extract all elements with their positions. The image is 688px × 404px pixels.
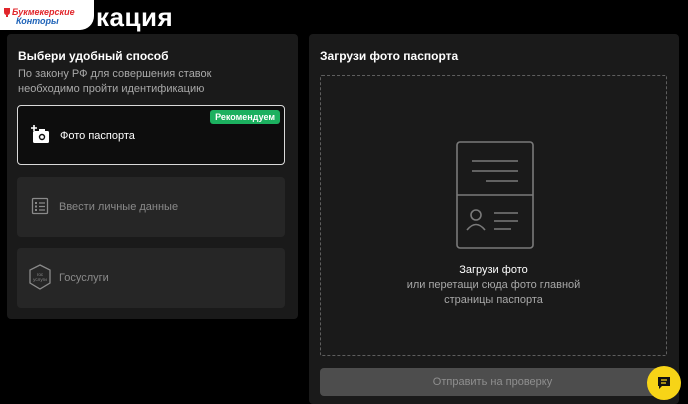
site-logo[interactable]: Букмекерские Конторы — [0, 0, 94, 30]
logo-cup-icon — [4, 8, 10, 17]
option-passport-photo-label: Фото паспорта — [60, 130, 135, 142]
page-title: кация — [96, 2, 174, 32]
chat-button[interactable] — [647, 366, 681, 400]
option-manual-entry-label: Ввести личные данные — [59, 201, 179, 213]
gosuslugi-icon-text-2: услуги — [33, 277, 47, 282]
method-panel-hint: По закону РФ для совершения ставок необх… — [18, 68, 212, 95]
logo-line-2: Конторы — [16, 16, 59, 26]
submit-for-review-button[interactable]: Отправить на проверку — [320, 368, 665, 396]
method-panel: Выбери удобный способ По закону РФ для с… — [7, 34, 298, 319]
option-gosuslugi[interactable]: гос услуги Госуслуги — [17, 248, 285, 308]
logo-text: Букмекерские Конторы — [12, 8, 75, 26]
dropzone-hint: или перетащи сюда фото главной страницы … — [406, 279, 581, 306]
option-passport-photo[interactable]: Фото паспорта Рекомендуем — [17, 105, 285, 165]
option-gosuslugi-label: Госуслуги — [59, 272, 109, 284]
recommended-badge: Рекомендуем — [210, 110, 280, 124]
passport-dropzone[interactable]: Загрузи фото или перетащи сюда фото глав… — [320, 75, 667, 356]
dropzone-title: Загрузи фото — [459, 264, 528, 276]
upload-panel: Загрузи фото паспорта Загрузи фото или п… — [309, 34, 679, 404]
upload-panel-title: Загрузи фото паспорта — [320, 49, 459, 63]
chat-icon — [658, 377, 670, 389]
option-manual-entry[interactable]: Ввести личные данные — [17, 177, 285, 237]
gosuslugi-icon: гос услуги — [29, 264, 51, 290]
form-list-icon — [31, 197, 49, 215]
camera-plus-icon — [31, 125, 49, 143]
passport-icon — [456, 141, 534, 249]
method-panel-title: Выбери удобный способ — [18, 49, 169, 63]
